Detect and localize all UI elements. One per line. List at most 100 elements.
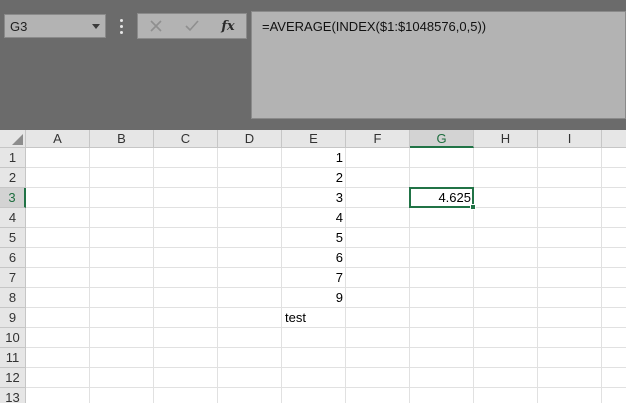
- cell-H6[interactable]: [474, 248, 538, 268]
- formula-input[interactable]: =AVERAGE(INDEX($1:$1048576,0,5)): [251, 11, 626, 119]
- cell-I3[interactable]: [538, 188, 602, 208]
- cell-value-g3[interactable]: 4.625: [410, 188, 474, 208]
- row-header-2[interactable]: 2: [0, 168, 26, 188]
- cell-value-e4[interactable]: 4: [282, 208, 346, 228]
- name-box[interactable]: G3: [4, 14, 106, 38]
- cell-C12[interactable]: [154, 368, 218, 388]
- cell-value-e7[interactable]: 7: [282, 268, 346, 288]
- cell-D13[interactable]: [218, 388, 282, 403]
- cell-H9[interactable]: [474, 308, 538, 328]
- cell-G6[interactable]: [410, 248, 474, 268]
- select-all-button[interactable]: [0, 130, 26, 148]
- cell-H7[interactable]: [474, 268, 538, 288]
- row-header-5[interactable]: 5: [0, 228, 26, 248]
- cell-value-e3[interactable]: 3: [282, 188, 346, 208]
- cell-B8[interactable]: [90, 288, 154, 308]
- cell-overflow[interactable]: [602, 348, 626, 368]
- cell-B5[interactable]: [90, 228, 154, 248]
- column-header-c[interactable]: C: [154, 130, 218, 148]
- cell-B10[interactable]: [90, 328, 154, 348]
- cell-A7[interactable]: [26, 268, 90, 288]
- cell-F3[interactable]: [346, 188, 410, 208]
- cell-G1[interactable]: [410, 148, 474, 168]
- cell-G11[interactable]: [410, 348, 474, 368]
- cell-A6[interactable]: [26, 248, 90, 268]
- enter-button[interactable]: [178, 16, 206, 36]
- cell-G12[interactable]: [410, 368, 474, 388]
- cell-B2[interactable]: [90, 168, 154, 188]
- column-header-b[interactable]: B: [90, 130, 154, 148]
- cell-F11[interactable]: [346, 348, 410, 368]
- cell-D5[interactable]: [218, 228, 282, 248]
- cell-A3[interactable]: [26, 188, 90, 208]
- cell-overflow[interactable]: [602, 368, 626, 388]
- cell-overflow[interactable]: [602, 168, 626, 188]
- cell-value-e6[interactable]: 6: [282, 248, 346, 268]
- cell-overflow[interactable]: [602, 308, 626, 328]
- cell-I7[interactable]: [538, 268, 602, 288]
- cell-value-e1[interactable]: 1: [282, 148, 346, 168]
- cell-D2[interactable]: [218, 168, 282, 188]
- cell-overflow[interactable]: [602, 228, 626, 248]
- cell-F6[interactable]: [346, 248, 410, 268]
- cell-overflow[interactable]: [602, 188, 626, 208]
- cell-D1[interactable]: [218, 148, 282, 168]
- cancel-button[interactable]: [142, 16, 170, 36]
- cell-H13[interactable]: [474, 388, 538, 403]
- cell-A4[interactable]: [26, 208, 90, 228]
- row-header-4[interactable]: 4: [0, 208, 26, 228]
- cell-value-e2[interactable]: 2: [282, 168, 346, 188]
- cell-overflow[interactable]: [602, 248, 626, 268]
- cell-overflow[interactable]: [602, 288, 626, 308]
- cell-I12[interactable]: [538, 368, 602, 388]
- cell-I4[interactable]: [538, 208, 602, 228]
- cell-F1[interactable]: [346, 148, 410, 168]
- cell-G10[interactable]: [410, 328, 474, 348]
- row-header-7[interactable]: 7: [0, 268, 26, 288]
- column-header-overflow[interactable]: [602, 130, 626, 148]
- row-header-3[interactable]: 3: [0, 188, 26, 208]
- cell-F7[interactable]: [346, 268, 410, 288]
- row-header-12[interactable]: 12: [0, 368, 26, 388]
- cell-value-e8[interactable]: 9: [282, 288, 346, 308]
- cell-B13[interactable]: [90, 388, 154, 403]
- row-header-11[interactable]: 11: [0, 348, 26, 368]
- column-header-i[interactable]: I: [538, 130, 602, 148]
- cell-F8[interactable]: [346, 288, 410, 308]
- cell-G8[interactable]: [410, 288, 474, 308]
- cell-I10[interactable]: [538, 328, 602, 348]
- fill-handle[interactable]: [470, 204, 476, 210]
- cell-E11[interactable]: [282, 348, 346, 368]
- cell-C7[interactable]: [154, 268, 218, 288]
- cell-B9[interactable]: [90, 308, 154, 328]
- cell-C3[interactable]: [154, 188, 218, 208]
- cell-F13[interactable]: [346, 388, 410, 403]
- cell-F2[interactable]: [346, 168, 410, 188]
- cell-F12[interactable]: [346, 368, 410, 388]
- cell-D9[interactable]: [218, 308, 282, 328]
- cell-C2[interactable]: [154, 168, 218, 188]
- cell-C8[interactable]: [154, 288, 218, 308]
- cell-I11[interactable]: [538, 348, 602, 368]
- cell-F5[interactable]: [346, 228, 410, 248]
- column-header-g[interactable]: G: [410, 130, 474, 148]
- row-header-1[interactable]: 1: [0, 148, 26, 168]
- chevron-down-icon[interactable]: [92, 24, 100, 29]
- cell-B11[interactable]: [90, 348, 154, 368]
- cell-H2[interactable]: [474, 168, 538, 188]
- cell-D8[interactable]: [218, 288, 282, 308]
- row-header-9[interactable]: 9: [0, 308, 26, 328]
- cell-G9[interactable]: [410, 308, 474, 328]
- cell-C9[interactable]: [154, 308, 218, 328]
- cell-G13[interactable]: [410, 388, 474, 403]
- cell-I9[interactable]: [538, 308, 602, 328]
- cell-B1[interactable]: [90, 148, 154, 168]
- cell-value-e9[interactable]: test: [282, 308, 346, 328]
- cell-C11[interactable]: [154, 348, 218, 368]
- cell-B6[interactable]: [90, 248, 154, 268]
- cell-D11[interactable]: [218, 348, 282, 368]
- cell-D12[interactable]: [218, 368, 282, 388]
- cell-D4[interactable]: [218, 208, 282, 228]
- cell-H1[interactable]: [474, 148, 538, 168]
- column-header-d[interactable]: D: [218, 130, 282, 148]
